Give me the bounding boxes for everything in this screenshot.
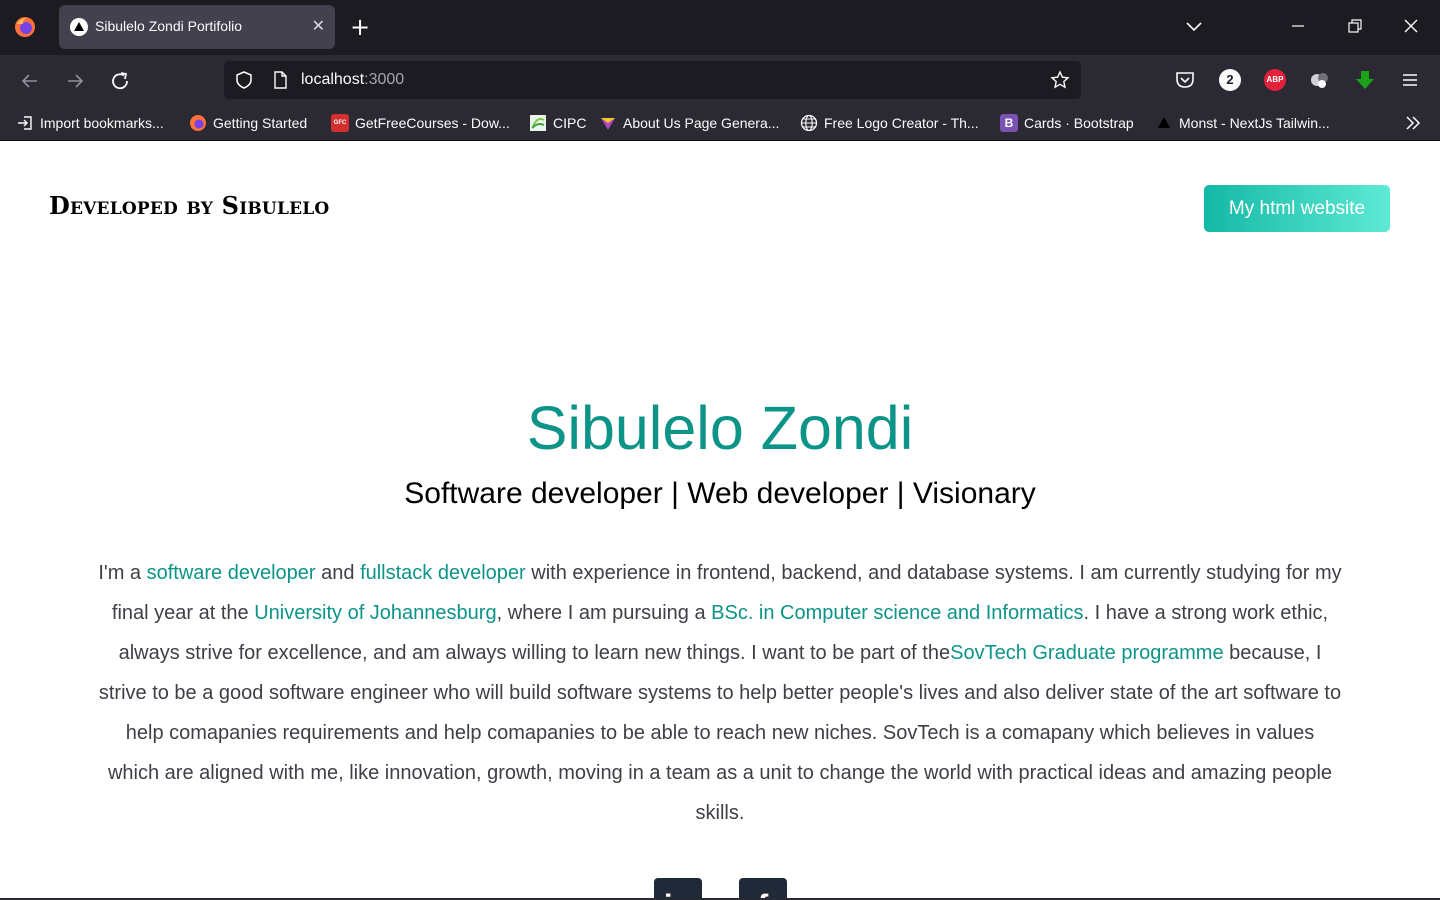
hero-name: Sibulelo Zondi: [526, 394, 914, 462]
url-port: :3000: [364, 71, 405, 88]
more-bookmarks-chevron-icon[interactable]: [1403, 113, 1423, 133]
browser-tab-bar: Sibulelo Zondi Portifolio ✕ +: [0, 0, 1440, 55]
html-website-button[interactable]: My html website: [1204, 185, 1390, 232]
extension-puzzle-icon[interactable]: [1309, 69, 1331, 91]
browser-nav-bar: localhost:3000 2 ABP: [0, 55, 1440, 106]
bookmark-star-icon[interactable]: [1050, 70, 1070, 90]
heart-logo-icon: [601, 118, 615, 130]
university-link[interactable]: University of Johannesburg: [254, 602, 496, 624]
download-arrow-icon[interactable]: [1354, 69, 1376, 91]
minimize-icon[interactable]: [1288, 16, 1308, 36]
bookmark-item[interactable]: CIPC: [529, 114, 586, 132]
chevron-down-icon[interactable]: [1184, 16, 1204, 36]
bookmark-label: CIPC: [553, 115, 587, 131]
url-bar[interactable]: localhost:3000: [224, 61, 1081, 99]
close-tab-icon[interactable]: ✕: [312, 16, 325, 36]
bookmark-item[interactable]: B Cards · Bootstrap: [1000, 114, 1134, 132]
bookmark-label: Cards · Bootstrap: [1024, 115, 1134, 131]
extension-badge-icon[interactable]: 2: [1219, 69, 1241, 91]
degree-link[interactable]: BSc. in Computer science and Informatics: [711, 602, 1083, 624]
bio-paragraph: I'm a software developer and fullstack d…: [98, 553, 1342, 833]
bookmark-item[interactable]: GFC GetFreeCourses - Dow...: [331, 114, 510, 132]
restore-icon[interactable]: [1345, 16, 1365, 36]
active-tab[interactable]: Sibulelo Zondi Portifolio ✕: [59, 5, 335, 49]
firefox-icon[interactable]: [14, 16, 36, 38]
bookmarks-toolbar: Import bookmarks... Getting Started GFC …: [0, 106, 1440, 141]
forward-icon[interactable]: [63, 69, 87, 93]
bio-text: I'm a: [98, 562, 147, 584]
brand-title: Developed by Sibulelo: [49, 191, 330, 220]
gfc-icon: GFC: [331, 114, 349, 132]
new-tab-icon[interactable]: +: [350, 13, 370, 41]
triangle-icon: [1158, 117, 1170, 128]
bookmark-label: About Us Page Genera...: [623, 115, 780, 131]
hero-subtitle: Software developer | Web developer | Vis…: [404, 477, 1036, 510]
software-developer-link[interactable]: software developer: [147, 562, 316, 584]
reload-icon[interactable]: [108, 69, 132, 93]
facebook-icon[interactable]: f: [739, 878, 787, 900]
bookmark-label: Import bookmarks...: [40, 115, 164, 131]
url-text[interactable]: localhost:3000: [301, 71, 404, 89]
cipc-icon: [530, 115, 546, 131]
bookmark-item[interactable]: Monst - NextJs Tailwin...: [1155, 114, 1330, 132]
bookmark-item[interactable]: About Us Page Genera...: [599, 114, 779, 132]
pocket-icon[interactable]: [1174, 69, 1196, 91]
sovtech-programme-link[interactable]: SovTech Graduate programme: [950, 642, 1223, 664]
bootstrap-icon: B: [1000, 114, 1018, 132]
firefox-icon: [190, 115, 206, 131]
bookmark-label: Monst - NextJs Tailwin...: [1179, 115, 1330, 131]
bio-text: , where I am pursuing a: [496, 602, 712, 624]
import-icon: [18, 116, 32, 130]
bio-text: because, I strive to be a good software …: [98, 642, 1342, 824]
tab-title: Sibulelo Zondi Portifolio: [95, 18, 243, 34]
bookmark-item[interactable]: Free Logo Creator - Th...: [800, 114, 979, 132]
globe-icon: [800, 114, 818, 132]
hamburger-menu-icon[interactable]: [1399, 69, 1421, 91]
url-host: localhost: [301, 71, 365, 88]
nextjs-favicon-icon: [70, 18, 88, 36]
bookmark-label: Getting Started: [213, 115, 308, 131]
bookmark-label: GetFreeCourses - Dow...: [355, 115, 510, 131]
adblock-plus-icon[interactable]: ABP: [1264, 69, 1286, 91]
page-icon[interactable]: [270, 70, 290, 90]
close-window-icon[interactable]: [1401, 16, 1421, 36]
fullstack-developer-link[interactable]: fullstack developer: [360, 562, 526, 584]
page-viewport: Developed by Sibulelo My html website Si…: [0, 141, 1440, 900]
bookmark-item[interactable]: Getting Started: [189, 114, 307, 132]
shield-icon[interactable]: [234, 70, 254, 90]
bookmark-label: Free Logo Creator - Th...: [824, 115, 979, 131]
back-icon[interactable]: [18, 69, 42, 93]
linkedin-icon[interactable]: in: [654, 878, 702, 900]
bio-text: and: [315, 562, 361, 584]
bookmark-item[interactable]: Import bookmarks...: [16, 114, 164, 132]
